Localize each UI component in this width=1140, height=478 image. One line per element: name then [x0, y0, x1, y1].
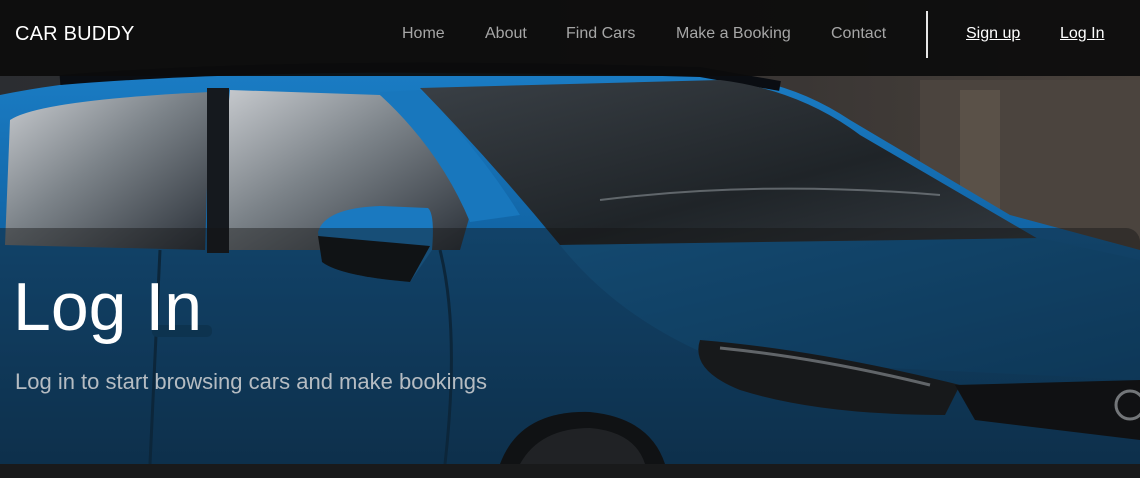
page-subtitle: Log in to start browsing cars and make b… [15, 369, 488, 394]
hero-caption-panel [0, 228, 1140, 478]
page-title: Log In [13, 269, 203, 345]
nav-link-home[interactable]: Home [402, 25, 445, 43]
nav-link-find-cars[interactable]: Find Cars [566, 25, 635, 43]
top-navbar: CAR BUDDY Home About Find Cars Make a Bo… [0, 0, 1140, 76]
brand-logo[interactable]: CAR BUDDY [15, 23, 135, 46]
nav-divider [926, 11, 928, 58]
nav-link-contact[interactable]: Contact [831, 25, 886, 43]
login-link[interactable]: Log In [1060, 25, 1104, 43]
nav-link-about[interactable]: About [485, 25, 527, 43]
nav-link-make-a-booking[interactable]: Make a Booking [676, 25, 791, 43]
signup-link[interactable]: Sign up [966, 25, 1020, 43]
